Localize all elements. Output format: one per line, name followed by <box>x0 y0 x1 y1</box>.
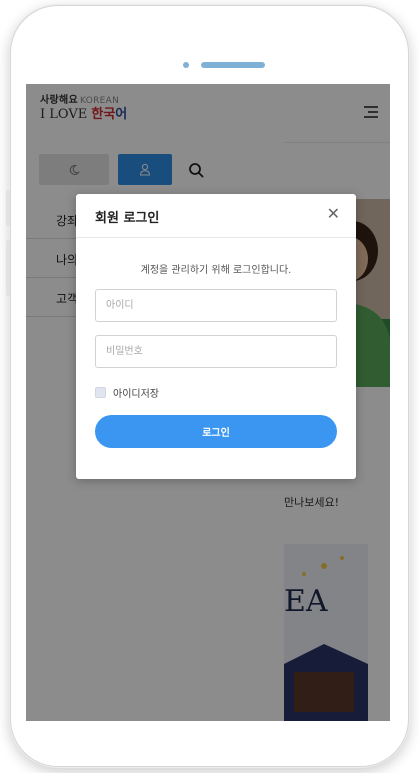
camera-dot <box>183 62 189 68</box>
modal-title: 회원 로그인 <box>95 211 160 226</box>
speaker-bar <box>201 62 265 68</box>
modal-divider <box>76 237 356 238</box>
close-icon[interactable]: ✕ <box>327 206 340 222</box>
modal-description: 계정을 관리하기 위해 로그인합니다. <box>140 265 292 276</box>
remember-id-label: 아이디저장 <box>113 389 159 400</box>
remember-id-control[interactable]: 아이디저장 <box>95 385 159 400</box>
remember-id-checkbox[interactable] <box>95 387 106 398</box>
side-button-upper <box>6 190 10 226</box>
login-button[interactable]: 로그인 <box>95 415 337 448</box>
user-id-input[interactable] <box>95 289 337 322</box>
login-modal: 회원 로그인 ✕ 계정을 관리하기 위해 로그인합니다. 아이디저장 로그인 <box>76 194 356 479</box>
side-button-lower <box>6 240 10 296</box>
password-input[interactable] <box>95 335 337 368</box>
